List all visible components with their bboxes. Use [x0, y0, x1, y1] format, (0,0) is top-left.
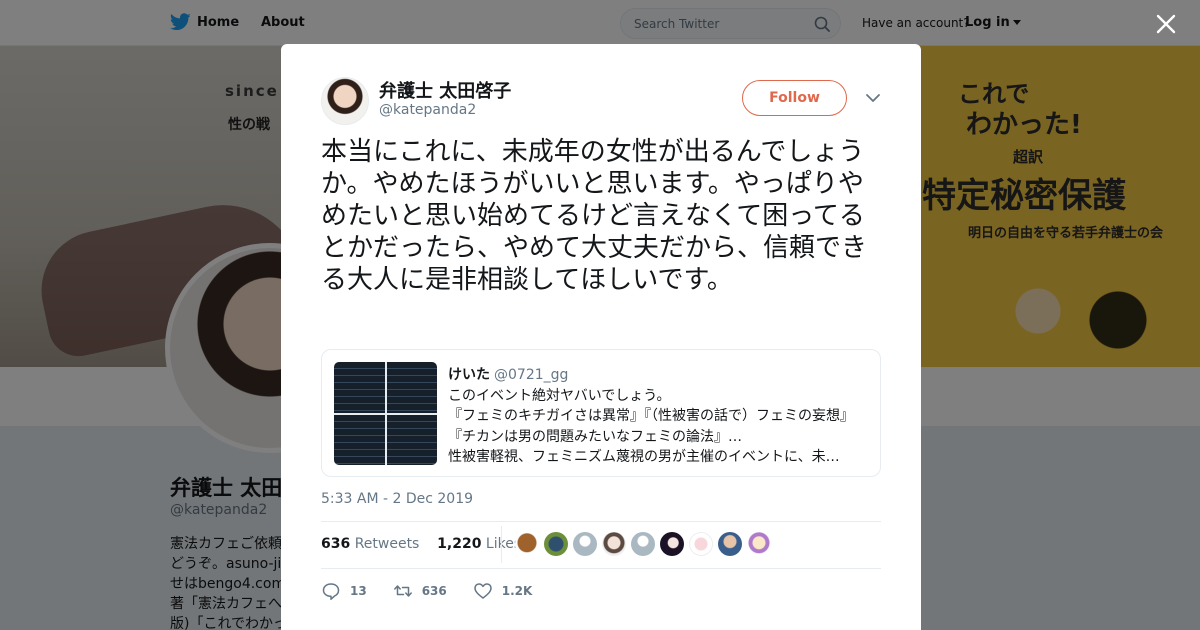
chevron-down-icon[interactable] [865, 92, 881, 104]
like-button[interactable]: 1.2K [473, 581, 533, 601]
quoted-author-handle: @0721_gg [494, 367, 569, 383]
retweets-stat[interactable]: 636 Retweets [321, 536, 419, 552]
liker-avatar[interactable] [660, 532, 684, 556]
engagement-counts: 636 Retweets 1,220 Likes [321, 536, 521, 552]
liker-avatar[interactable] [631, 532, 655, 556]
divider [321, 568, 881, 569]
likers-avatars [515, 532, 771, 556]
liker-avatar[interactable] [573, 532, 597, 556]
follow-button[interactable]: Follow [742, 80, 847, 116]
quoted-author-name: けいた [448, 367, 490, 383]
divider [321, 521, 881, 522]
tweet-modal: 弁護士 太田啓子 @katepanda2 Follow 本当にこれに、未成年の女… [281, 44, 921, 630]
liker-avatar[interactable] [602, 532, 626, 556]
liker-avatar[interactable] [747, 532, 771, 556]
quoted-text-line: このイベント絶対ヤバいでしょう。 [448, 388, 671, 404]
like-count: 1.2K [501, 584, 533, 598]
liker-avatar[interactable] [718, 532, 742, 556]
screenshot-tile [386, 414, 437, 465]
author-name[interactable]: 弁護士 太田啓子 [379, 77, 511, 103]
reply-icon [322, 583, 340, 600]
retweet-count: 636 [421, 584, 447, 598]
quoted-tweet[interactable]: けいた @0721_gg このイベント絶対ヤバいでしょう。 『フェミのキチガイさは… [321, 349, 881, 477]
author-avatar[interactable] [321, 77, 369, 125]
retweet-button[interactable]: 636 [393, 581, 447, 601]
liker-avatar[interactable] [515, 532, 539, 556]
quoted-text-line: 『フェミのキチガイさは異常』『（性被害の話で）フェミの妄想』 [448, 408, 854, 424]
divider [501, 526, 502, 563]
tweet-timestamp[interactable]: 5:33 AM - 2 Dec 2019 [321, 491, 473, 507]
retweets-label: Retweets [354, 536, 420, 552]
screenshot-tile [386, 362, 437, 413]
quoted-text-line: 性被害軽視、フェミニズム蔑視の男が主催のイベントに、未… [448, 449, 840, 465]
quoted-tweet-image[interactable] [334, 362, 437, 465]
liker-avatar[interactable] [544, 532, 568, 556]
quoted-text-line: 『チカンは男の問題みたいなフェミの論法』… [448, 429, 742, 445]
likes-stat[interactable]: 1,220 Likes [437, 536, 521, 552]
liker-avatar[interactable] [689, 532, 713, 556]
author-handle[interactable]: @katepanda2 [379, 102, 476, 118]
retweet-icon [393, 585, 412, 597]
tweet-text: 本当にこれに、未成年の女性が出るんでしょうか。やめたほうがいいと思います。やっぱ… [321, 137, 868, 295]
reply-count: 13 [350, 584, 367, 598]
heart-icon [474, 583, 492, 599]
screenshot-tile [334, 362, 385, 413]
screenshot-tile [334, 414, 385, 465]
quoted-author: けいた @0721_gg [448, 364, 568, 384]
close-icon[interactable] [1154, 12, 1178, 36]
likes-count: 1,220 [437, 536, 482, 552]
reply-button[interactable]: 13 [321, 581, 367, 601]
tweet-actions: 13 636 1.2K [321, 581, 558, 601]
retweets-count: 636 [321, 536, 351, 552]
